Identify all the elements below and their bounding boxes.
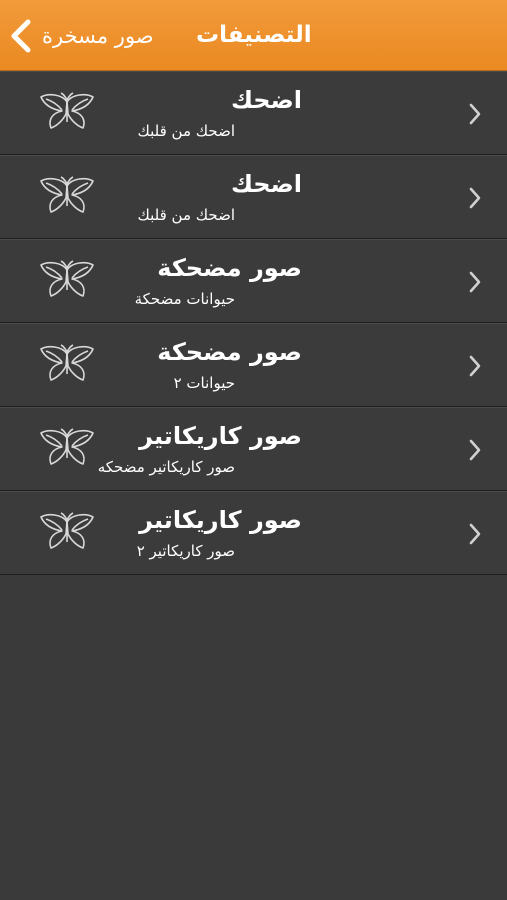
list-item-title: اضحك — [230, 86, 302, 114]
chevron-right-icon — [469, 187, 481, 209]
navigation-bar: صور مسخرة التصنيفات — [0, 0, 507, 71]
chevron-right-icon — [469, 355, 481, 377]
list-item-subtitle: اضحك من قلبك — [137, 206, 235, 224]
list-item-title: صور كاريكاتير — [139, 422, 302, 450]
butterfly-icon — [40, 176, 94, 213]
list-item-title: صور كاريكاتير — [139, 506, 302, 534]
chevron-right-icon — [469, 103, 481, 125]
chevron-right-icon — [469, 439, 481, 461]
categories-screen: صور مسخرة التصنيفات اضحك اضحك من قلبك اض… — [0, 0, 507, 900]
butterfly-icon — [40, 92, 94, 129]
chevron-right-icon — [469, 523, 481, 545]
list-item-title: صور مضحكة — [157, 338, 302, 366]
butterfly-icon — [40, 260, 94, 297]
list-item-subtitle: صور كاريكاتير ٢ — [136, 542, 235, 560]
list-item[interactable]: صور كاريكاتير صور كاريكاتير ٢ — [0, 491, 507, 575]
list-item[interactable]: اضحك اضحك من قلبك — [0, 71, 507, 155]
list-item[interactable]: صور مضحكة حيوانات ٢ — [0, 323, 507, 407]
list-item[interactable]: اضحك اضحك من قلبك — [0, 155, 507, 239]
back-button[interactable]: صور مسخرة — [8, 14, 154, 58]
chevron-left-icon — [11, 19, 31, 53]
list-item-title: اضحك — [230, 170, 302, 198]
category-list: اضحك اضحك من قلبك اضحك اضحك من قلبك صور … — [0, 71, 507, 575]
butterfly-icon — [40, 344, 94, 381]
chevron-right-icon — [469, 271, 481, 293]
butterfly-icon — [40, 512, 94, 549]
page-title: التصنيفات — [196, 22, 312, 48]
list-item-subtitle: اضحك من قلبك — [137, 122, 235, 140]
butterfly-icon — [40, 428, 94, 465]
list-item[interactable]: صور كاريكاتير صور كاريكاتير مضحكه — [0, 407, 507, 491]
list-item-subtitle: حيوانات ٢ — [173, 374, 235, 392]
list-item-title: صور مضحكة — [157, 254, 302, 282]
back-button-label: صور مسخرة — [42, 24, 154, 48]
list-item[interactable]: صور مضحكة حيوانات مضحكة — [0, 239, 507, 323]
list-item-subtitle: صور كاريكاتير مضحكه — [97, 458, 235, 476]
list-item-subtitle: حيوانات مضحكة — [134, 290, 235, 308]
